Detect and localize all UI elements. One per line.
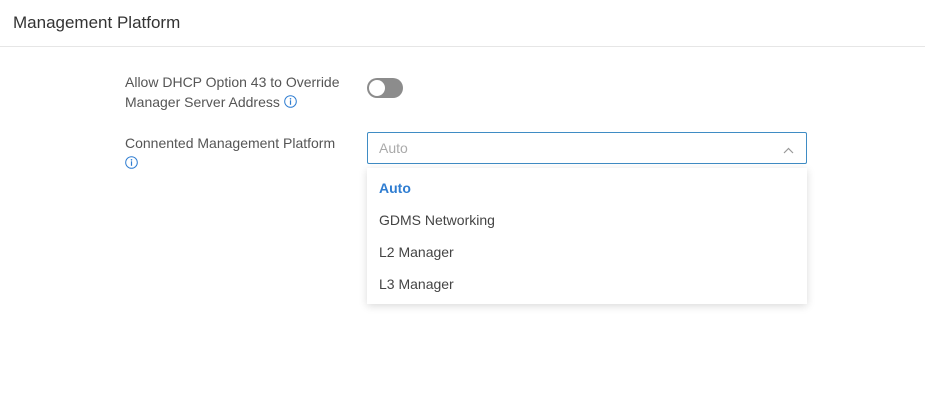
management-platform-page: Management Platform Allow DHCP Option 43… [0,0,925,404]
platform-label-text: Connented Management Platform [125,135,336,151]
section-header: Management Platform [0,0,925,47]
dhcp-override-label: Allow DHCP Option 43 to Override Manager… [125,72,360,112]
option-l2-manager[interactable]: L2 Manager [367,236,807,268]
info-icon[interactable] [283,95,297,108]
dhcp-override-label-line1: Allow DHCP Option 43 to Override [125,74,340,90]
section-title: Management Platform [13,13,181,32]
platform-select-value: Auto [379,140,408,156]
option-auto[interactable]: Auto [367,172,807,204]
platform-dropdown-menu: Auto GDMS Networking L2 Manager L3 Manag… [367,168,807,304]
toggle-knob [369,80,385,96]
option-l3-manager[interactable]: L3 Manager [367,268,807,300]
dhcp-override-toggle[interactable] [367,78,403,98]
chevron-up-icon [783,143,794,154]
platform-label: Connented Management Platform [125,133,360,173]
dhcp-override-label-line2: Manager Server Address [125,94,280,110]
info-icon[interactable] [125,156,138,169]
platform-select[interactable]: Auto [367,132,807,164]
option-gdms-networking[interactable]: GDMS Networking [367,204,807,236]
